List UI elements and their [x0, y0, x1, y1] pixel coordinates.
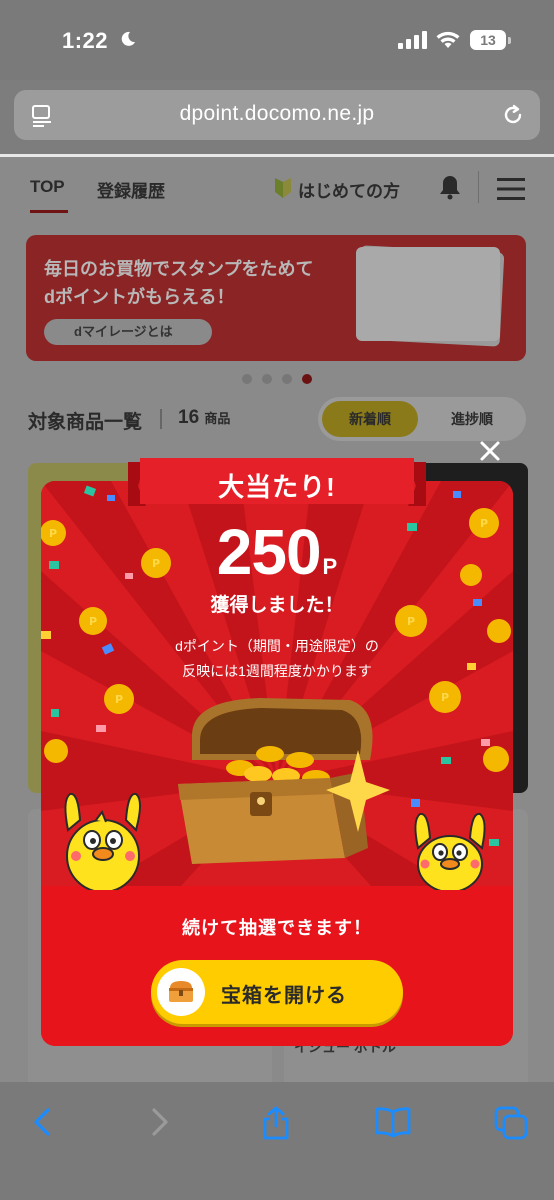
points-awarded: 250P — [0, 515, 554, 589]
url-text[interactable]: dpoint.docomo.ne.jp — [14, 102, 540, 126]
stamp-card-illustration — [356, 247, 500, 341]
carousel-dot[interactable] — [282, 374, 292, 384]
dmileage-link-label: dマイレージとは — [74, 324, 173, 339]
points-unit: P — [322, 554, 338, 579]
points-gained-text: 獲得しました！ — [210, 595, 344, 616]
carousel-dot-active[interactable] — [302, 374, 312, 384]
address-bar[interactable]: dpoint.docomo.ne.jp — [14, 90, 540, 140]
hamburger-menu-icon[interactable] — [497, 177, 525, 201]
beginner-mark-icon — [275, 178, 291, 198]
list-title-separator — [160, 409, 162, 429]
mascot-chick-right — [414, 812, 486, 890]
product-count-unit: 商品 — [204, 411, 231, 426]
bell-icon[interactable] — [438, 174, 462, 200]
product-count-value: 16 — [178, 407, 200, 428]
reload-icon[interactable] — [500, 102, 526, 128]
product-list-title: 対象商品一覧 — [28, 412, 143, 433]
open-treasure-button[interactable]: 宝箱を開ける — [151, 960, 403, 1024]
tabs-icon[interactable] — [494, 1106, 528, 1140]
moon-icon — [121, 31, 135, 46]
treasure-chest-icon — [178, 698, 390, 864]
nav-active-underline — [30, 210, 68, 213]
carousel-dot[interactable] — [262, 374, 272, 384]
continue-lottery-text: 続けて抽選できます！ — [182, 918, 372, 938]
banner-headline: 毎日のお買物でスタンプをためて — [44, 259, 314, 279]
open-button-label: 宝箱を開ける — [221, 985, 347, 1007]
product-count: 16 商品 — [178, 407, 230, 429]
points-reflection-note: dポイント（期間・用途限定）の 反映には1週間程度かかります — [0, 634, 554, 684]
points-value: 250 — [216, 516, 322, 588]
carousel-dot[interactable] — [242, 374, 252, 384]
status-bar: 1:22 13 — [0, 0, 554, 80]
nav-separator — [478, 171, 479, 203]
site-nav: TOP 登録履歴 はじめての方 — [0, 157, 554, 217]
share-icon[interactable] — [260, 1106, 292, 1140]
forward-icon[interactable] — [146, 1106, 174, 1138]
carousel-dots — [0, 371, 554, 389]
sort-progress-button[interactable]: 進捗順 — [422, 401, 522, 437]
stamp-campaign-banner[interactable]: 毎日のお買物でスタンプをためて dポイントがもらえる！ dマイレージとは — [26, 235, 526, 361]
nav-history[interactable]: 登録履歴 — [97, 177, 165, 202]
back-icon[interactable] — [28, 1106, 56, 1138]
close-icon[interactable] — [476, 437, 504, 465]
svg-text:P: P — [115, 693, 123, 706]
nav-beginner[interactable]: はじめての方 — [298, 177, 400, 202]
sort-toggle: 新着順 進捗順 — [318, 397, 526, 441]
status-time: 1:22 — [62, 28, 109, 53]
wifi-icon — [436, 31, 460, 48]
note-line-1: dポイント（期間・用途限定）の — [175, 638, 379, 654]
signal-icon — [398, 31, 427, 49]
jackpot-title: 大当たり! — [218, 472, 336, 502]
mascot-chick-left — [64, 792, 141, 890]
battery-indicator: 13 — [470, 30, 511, 50]
treasure-box-icon — [169, 981, 193, 1002]
browser-toolbar — [0, 1082, 554, 1200]
note-line-2: 反映には1週間程度かかります — [182, 663, 372, 679]
sort-newest-button[interactable]: 新着順 — [322, 401, 418, 437]
bookmarks-icon[interactable] — [374, 1106, 412, 1138]
nav-top[interactable]: TOP — [30, 177, 65, 197]
dmileage-link[interactable]: dマイレージとは — [44, 319, 212, 345]
open-button-icon-circle — [157, 968, 205, 1016]
banner-subheadline: dポイントがもらえる！ — [44, 287, 235, 307]
svg-text:P: P — [441, 691, 449, 704]
